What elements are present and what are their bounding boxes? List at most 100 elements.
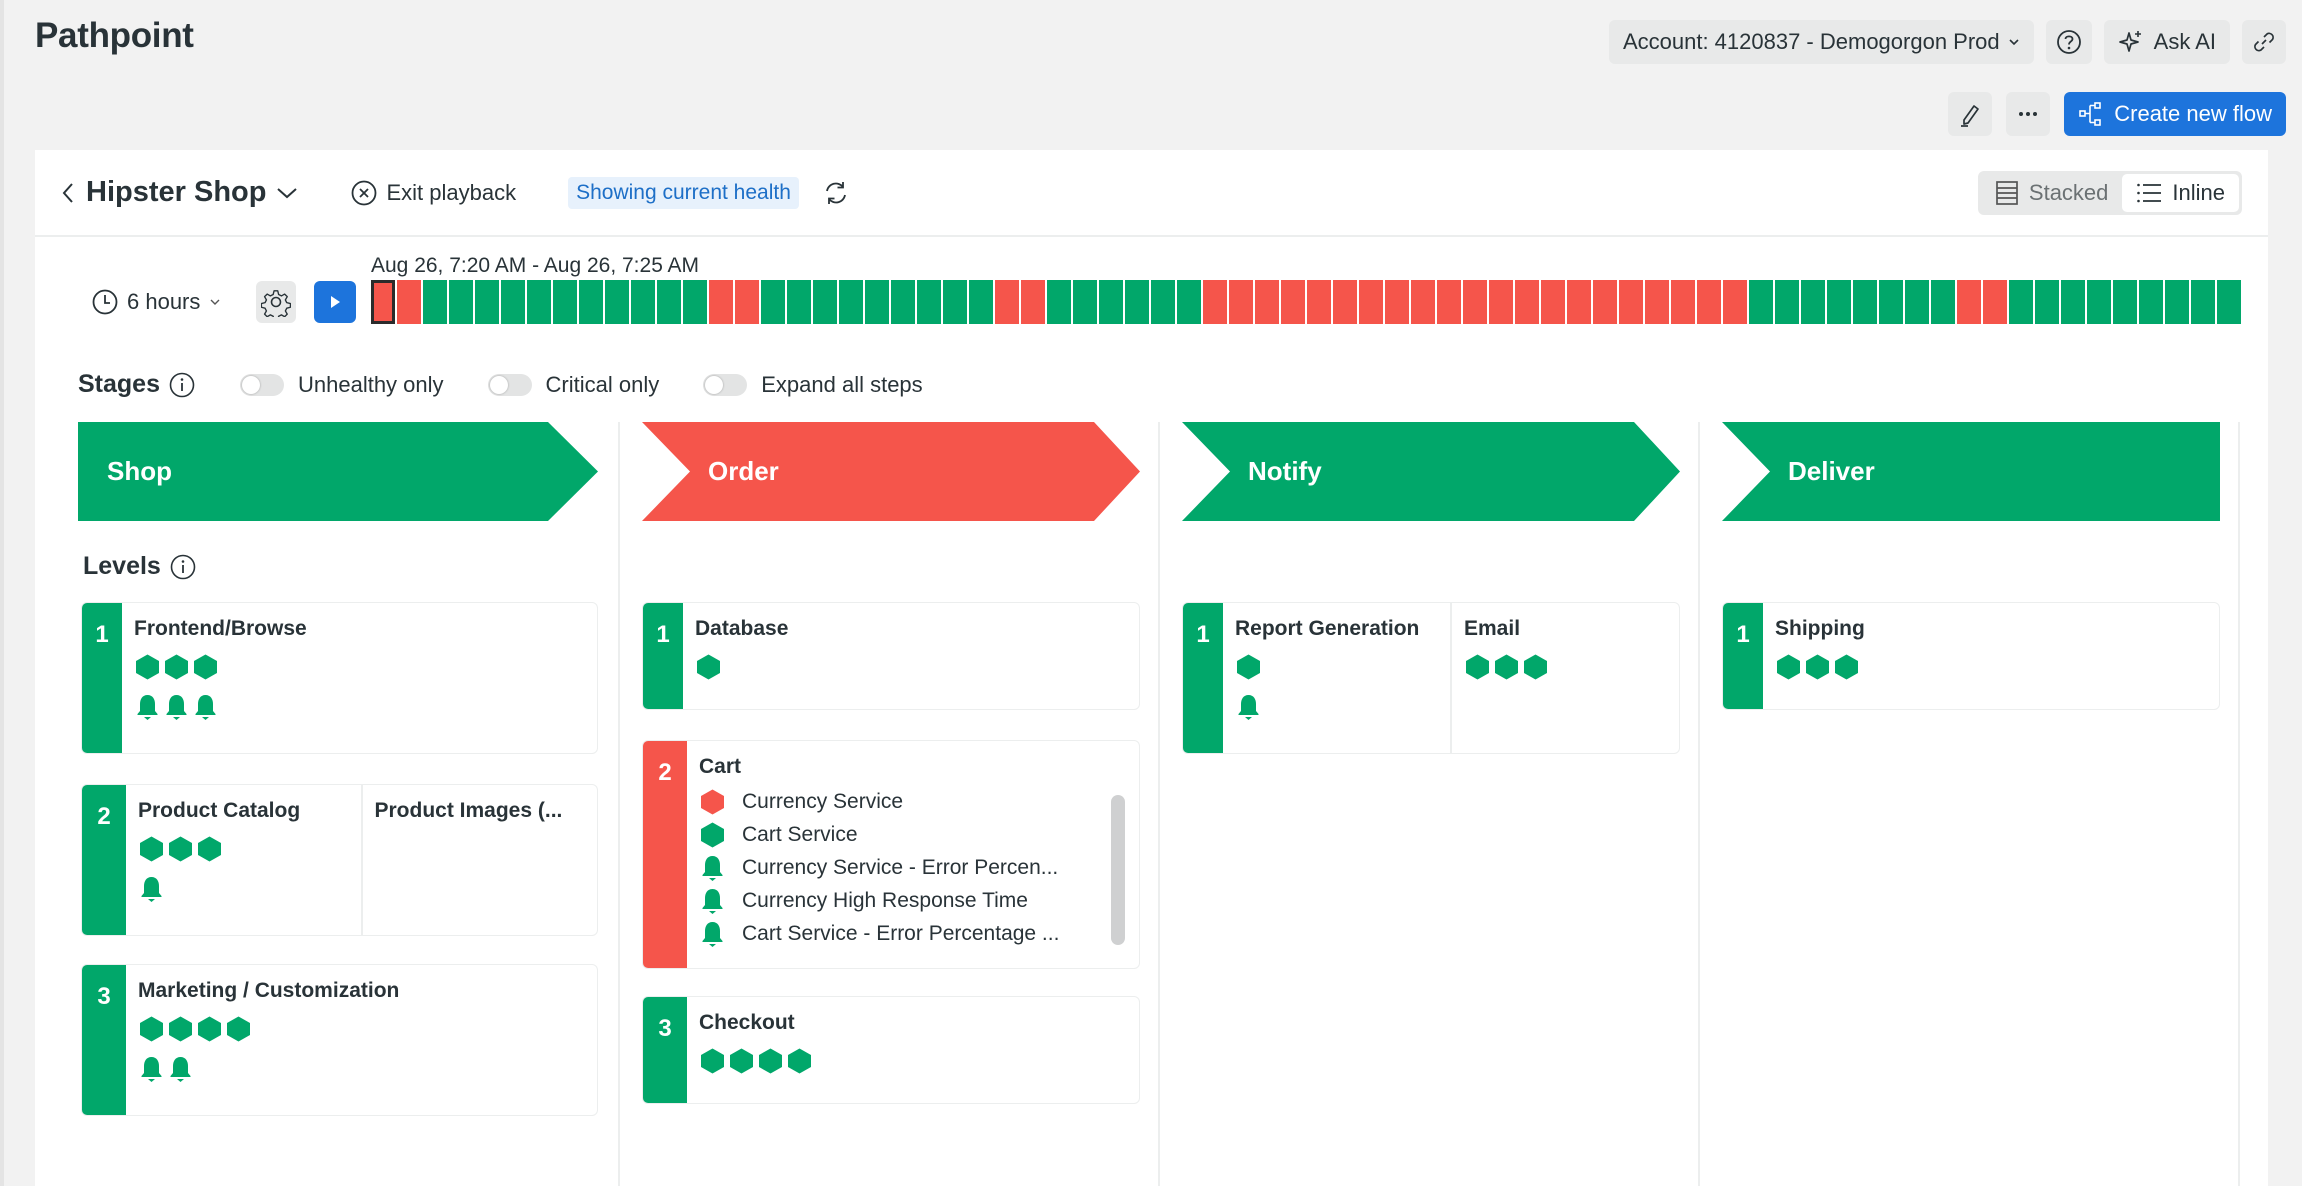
timeline-segment[interactable] [917, 280, 941, 324]
view-stacked-option[interactable]: Stacked [1981, 174, 2123, 212]
copy-link-button[interactable] [2242, 20, 2286, 64]
account-selector[interactable]: Account: 4120837 - Demogorgon Prod [1608, 20, 2034, 64]
timeline-segment[interactable] [1489, 280, 1513, 324]
exit-playback-button[interactable]: Exit playback [350, 179, 516, 207]
timeline-segment[interactable] [1255, 280, 1279, 324]
timeline-segment[interactable] [1021, 280, 1045, 324]
step[interactable]: Email [1450, 603, 1679, 753]
timeline-segment[interactable] [1463, 280, 1487, 324]
step[interactable]: Checkout [687, 997, 1139, 1103]
timeline-segment[interactable] [1437, 280, 1461, 324]
signal-item[interactable]: Currency Service [699, 785, 1129, 818]
timeline-settings-button[interactable] [256, 281, 296, 323]
timeline-segment[interactable] [761, 280, 785, 324]
stage-header-notify[interactable]: Notify [1182, 422, 1680, 521]
step[interactable]: Report Generation [1223, 603, 1450, 753]
timeline-segment[interactable] [1645, 280, 1669, 324]
ask-ai-button[interactable]: Ask AI [2103, 20, 2230, 64]
timeline-segment[interactable] [1931, 280, 1955, 324]
step[interactable]: Frontend/Browse [122, 603, 597, 753]
timeline-segment[interactable] [891, 280, 915, 324]
timeline-segment[interactable] [709, 280, 733, 324]
create-new-flow-button[interactable]: Create new flow [2064, 92, 2286, 136]
signal-item[interactable]: Cart Service [699, 818, 1129, 851]
timeline-segment[interactable] [475, 280, 499, 324]
timeline-segment[interactable] [1411, 280, 1435, 324]
refresh-button[interactable] [821, 178, 851, 208]
timeline-segment[interactable] [969, 280, 993, 324]
timeline-segment[interactable] [787, 280, 811, 324]
timeline-segment[interactable] [1749, 280, 1773, 324]
expand-all-steps-toggle[interactable]: Expand all steps [703, 372, 923, 398]
chevron-left-icon[interactable] [60, 181, 76, 205]
timeline-segment[interactable] [995, 280, 1019, 324]
timeline-segment[interactable] [657, 280, 681, 324]
view-inline-option[interactable]: Inline [2122, 174, 2239, 212]
step[interactable]: Database [683, 603, 1139, 709]
timeline-segment[interactable] [2165, 280, 2189, 324]
unhealthy-only-toggle[interactable]: Unhealthy only [239, 372, 444, 398]
timeline-segment[interactable] [1879, 280, 1903, 324]
timeline-segment[interactable] [1333, 280, 1357, 324]
step[interactable]: Marketing / Customization [126, 965, 597, 1115]
timeline-segment[interactable] [1125, 280, 1149, 324]
timeline-segment[interactable] [1229, 280, 1253, 324]
edit-button[interactable] [1948, 92, 1993, 136]
timeline-segment[interactable] [1671, 280, 1695, 324]
timeline-segment[interactable] [1801, 280, 1825, 324]
step[interactable]: Product Images (... [360, 785, 598, 935]
timeline-segment[interactable] [943, 280, 967, 324]
timeline-segment[interactable] [1307, 280, 1331, 324]
timeline-segment[interactable] [735, 280, 759, 324]
timeline-segment[interactable] [683, 280, 707, 324]
timeline-segment[interactable] [553, 280, 577, 324]
timeline-segment[interactable] [839, 280, 863, 324]
stage-header-deliver[interactable]: Deliver [1722, 422, 2220, 521]
timeline-segment[interactable] [1073, 280, 1097, 324]
timeline-segment[interactable] [1177, 280, 1201, 324]
play-button[interactable] [314, 281, 356, 323]
timeline-segment[interactable] [1593, 280, 1617, 324]
stage-header-order[interactable]: Order [642, 422, 1140, 521]
timeline-segment[interactable] [449, 280, 473, 324]
timeline-segment[interactable] [1203, 280, 1227, 324]
critical-only-toggle[interactable]: Critical only [487, 372, 659, 398]
timeline-segment[interactable] [1541, 280, 1565, 324]
timeline-segment[interactable] [1099, 280, 1123, 324]
help-button[interactable] [2045, 20, 2092, 64]
timeline-segment[interactable] [2191, 280, 2215, 324]
timeline-segment[interactable] [397, 280, 421, 324]
stage-header-shop[interactable]: Shop [78, 422, 598, 521]
timeline-segment[interactable] [1983, 280, 2007, 324]
timeline-segment[interactable] [1281, 280, 1305, 324]
timeline-segment[interactable] [1723, 280, 1747, 324]
timeline-segment[interactable] [1385, 280, 1409, 324]
timeline-segment[interactable] [2217, 280, 2241, 324]
timeline-segment[interactable] [2139, 280, 2163, 324]
timeline-segment[interactable] [865, 280, 889, 324]
toggle-switch[interactable] [703, 373, 748, 396]
timeline-segment[interactable] [2087, 280, 2111, 324]
timeline-segment[interactable] [631, 280, 655, 324]
timeline-segment[interactable] [579, 280, 603, 324]
timeline-segment[interactable] [371, 280, 395, 324]
toggle-switch[interactable] [487, 373, 532, 396]
duration-selector[interactable]: 6 hours [91, 288, 220, 316]
step[interactable]: Product Catalog [126, 785, 361, 935]
more-options-button[interactable] [2006, 92, 2051, 136]
timeline-segment[interactable] [1619, 280, 1643, 324]
timeline-segment[interactable] [2113, 280, 2137, 324]
timeline-segment[interactable] [1957, 280, 1981, 324]
timeline-segment[interactable] [1775, 280, 1799, 324]
timeline-segment[interactable] [1853, 280, 1877, 324]
timeline-segment[interactable] [527, 280, 551, 324]
timeline-segment[interactable] [605, 280, 629, 324]
timeline-segment[interactable] [1697, 280, 1721, 324]
signal-item[interactable]: Currency Service - Error Percen... [699, 851, 1129, 884]
timeline-segment[interactable] [1905, 280, 1929, 324]
timeline-segment[interactable] [1151, 280, 1175, 324]
timeline-segment[interactable] [423, 280, 447, 324]
timeline-segment[interactable] [813, 280, 837, 324]
signal-item[interactable]: Cart Service - Error Percentage ... [699, 917, 1129, 950]
timeline-segment[interactable] [2061, 280, 2085, 324]
